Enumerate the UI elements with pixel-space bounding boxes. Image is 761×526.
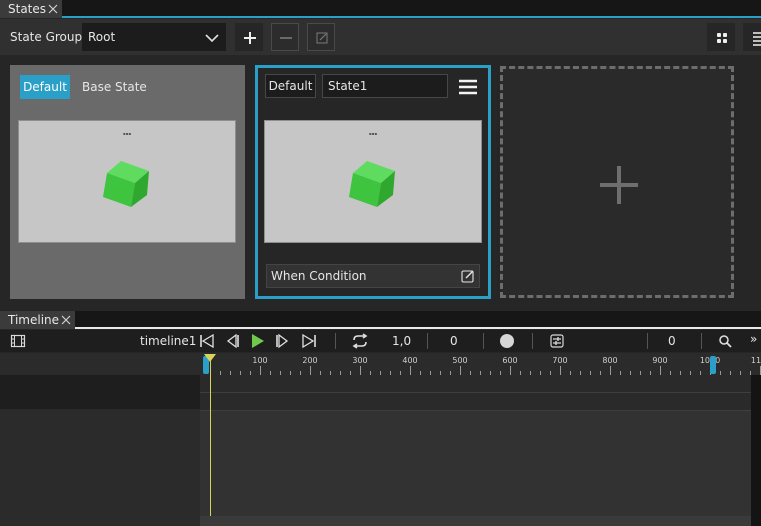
go-to-end-icon[interactable] [301,333,317,349]
hamburger-menu-icon[interactable] [458,78,478,96]
close-icon[interactable] [48,4,58,14]
end-marker-icon[interactable] [709,353,719,375]
plus-icon [244,32,256,44]
ruler-label: 700 [552,356,568,365]
separator [483,333,484,349]
tab-timeline[interactable]: Timeline [0,311,75,329]
green-cube-icon [349,161,395,207]
state1-card[interactable]: Default State1 ▪▪▪ When Condition [255,65,491,299]
loop-icon[interactable] [351,333,369,349]
state-group-select[interactable]: Root [82,23,226,51]
when-condition-row[interactable]: When Condition [266,264,480,288]
add-state-placeholder[interactable] [500,66,734,298]
tab-states-label: States [8,2,47,16]
playback-speed-value[interactable]: 1,0 [392,334,411,348]
list-view-icon [753,32,761,46]
state-group-value: Root [88,30,116,44]
horizontal-scrollbar[interactable] [200,516,751,526]
state1-name-field[interactable]: State1 [322,74,448,98]
timeline-tabbar: Timeline [0,311,761,329]
base-state-name: Base State [82,80,147,94]
go-to-start-icon[interactable] [199,333,215,349]
state1-thumbnail: ▪▪▪ [264,120,482,243]
search-icon[interactable] [718,333,732,349]
timeline-track-row[interactable] [200,375,751,411]
ruler-tick [660,366,661,375]
keyframe-settings-icon[interactable] [549,333,565,349]
close-icon[interactable] [61,315,71,325]
thumbnail-caption-glyph: ▪▪▪ [368,131,378,136]
track-divider [200,392,751,393]
current-frame-value[interactable]: 0 [450,334,458,348]
vertical-scrollbar[interactable] [751,375,761,526]
states-tabbar: States [0,0,761,18]
ruler-label: 400 [402,356,418,365]
record-icon[interactable] [499,333,515,349]
tab-states[interactable]: States [0,0,62,18]
when-condition-label: When Condition [271,269,367,283]
edit-state-group-button[interactable] [307,23,335,51]
edit-icon [316,32,328,44]
more-chevron[interactable]: » [750,332,757,346]
ruler-label: 600 [502,356,518,365]
list-view-button[interactable] [743,23,761,51]
film-strip-icon[interactable] [10,333,26,349]
edit-condition-icon[interactable] [461,269,475,283]
playhead-line[interactable] [210,360,211,516]
green-cube-icon [103,161,149,207]
separator [427,333,428,349]
previous-frame-icon[interactable] [224,333,240,349]
timeline-track-row-header[interactable] [0,375,200,409]
ruler-label: 11 [750,356,761,365]
tab-timeline-label: Timeline [8,313,60,327]
remove-state-group-button[interactable] [271,23,299,51]
ruler-tick [510,366,511,375]
next-frame-icon[interactable] [275,333,291,349]
ruler-tick [410,366,411,375]
base-state-thumbnail: ▪▪▪ [18,120,236,243]
separator [532,333,533,349]
timeline-name[interactable]: timeline1 [140,334,196,348]
separator [335,333,336,349]
ruler-label: 300 [352,356,368,365]
separator [701,333,702,349]
app-root: States State Group Root Default Base Sta… [0,0,761,526]
timeline-toolbar: timeline1 1,0 0 0 » [0,330,761,352]
timeline-ruler[interactable]: 100200300400500600700800900100011 [200,353,761,375]
base-state-default-badge[interactable]: Default [20,75,70,99]
ruler-tick [560,366,561,375]
chevron-down-icon [205,34,219,43]
ruler-tick [460,366,461,375]
ruler-tick [360,366,361,375]
grid-view-button[interactable] [707,23,735,51]
states-area: Default Base State ▪▪▪ Default State1 ▪▪… [0,55,761,311]
ruler-label: 200 [302,356,318,365]
states-toolbar: State Group Root [0,19,761,55]
minus-icon [280,37,292,39]
ruler-tick [310,366,311,375]
ruler-tick [260,366,261,375]
play-icon[interactable] [249,333,265,349]
add-state-plus-icon [600,166,638,204]
grid-view-icon [717,33,727,43]
base-state-card[interactable]: Default Base State ▪▪▪ [10,65,245,299]
separator [647,333,648,349]
ruler-label: 800 [602,356,618,365]
ruler-label: 900 [652,356,668,365]
ruler-label: 500 [452,356,468,365]
state1-default-button[interactable]: Default [265,74,316,98]
add-state-group-button[interactable] [235,23,263,51]
ruler-tick [610,366,611,375]
state-group-label: State Group [10,30,83,44]
ruler-label: 100 [252,356,268,365]
zoom-value[interactable]: 0 [668,334,676,348]
thumbnail-caption-glyph: ▪▪▪ [122,131,132,136]
